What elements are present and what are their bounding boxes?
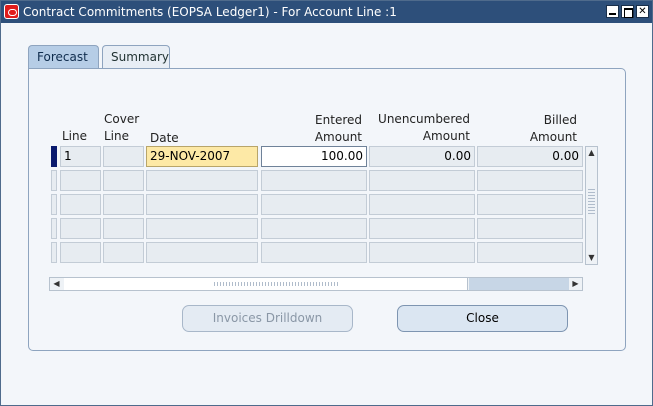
- cell-entered-amount[interactable]: 100.00: [261, 146, 367, 167]
- header-cover-line-bottom: Line: [104, 129, 130, 143]
- cell-unencumbered-amount[interactable]: [369, 218, 475, 239]
- vertical-scrollbar[interactable]: ▲ ▼: [585, 146, 598, 265]
- cell-cover-line[interactable]: [103, 242, 144, 263]
- cell-entered-amount[interactable]: [261, 242, 367, 263]
- row-indicator[interactable]: [51, 218, 57, 239]
- scroll-right-icon[interactable]: ▶: [569, 278, 582, 290]
- cell-cover-line[interactable]: [103, 146, 144, 167]
- tab-summary[interactable]: Summary: [102, 45, 170, 69]
- header-cover-line-top: Cover: [104, 112, 140, 126]
- cell-billed-amount[interactable]: [477, 242, 583, 263]
- cell-date[interactable]: [146, 242, 258, 263]
- scroll-down-icon[interactable]: ▼: [586, 252, 597, 264]
- header-entered-bottom: Amount: [314, 130, 362, 144]
- row-indicator[interactable]: [51, 242, 57, 263]
- cell-billed-amount[interactable]: 0.00: [477, 146, 583, 167]
- cell-unencumbered-amount[interactable]: 0.00: [369, 146, 475, 167]
- cell-entered-amount[interactable]: [261, 170, 367, 191]
- tab-forecast[interactable]: Forecast: [28, 45, 99, 69]
- scroll-left-icon[interactable]: ◀: [50, 278, 63, 290]
- header-billed-top: Billed: [543, 113, 577, 127]
- cell-billed-amount[interactable]: [477, 194, 583, 215]
- cell-cover-line[interactable]: [103, 194, 144, 215]
- contract-commitments-window: Contract Commitments (EOPSA Ledger1) - F…: [0, 0, 653, 406]
- cell-unencumbered-amount[interactable]: [369, 170, 475, 191]
- cell-date[interactable]: 29-NOV-2007: [146, 146, 258, 167]
- title-bar: Contract Commitments (EOPSA Ledger1) - F…: [1, 1, 652, 23]
- horizontal-scroll-thumb[interactable]: [64, 278, 468, 290]
- row-indicator-current[interactable]: [51, 146, 57, 167]
- cell-cover-line[interactable]: [103, 170, 144, 191]
- cell-unencumbered-amount[interactable]: [369, 242, 475, 263]
- oracle-app-icon: [4, 4, 19, 19]
- invoices-drilldown-button[interactable]: Invoices Drilldown: [182, 305, 353, 332]
- maximize-icon[interactable]: [621, 5, 634, 18]
- close-button[interactable]: Close: [397, 305, 568, 332]
- cell-line[interactable]: [60, 218, 101, 239]
- cell-entered-amount[interactable]: [261, 218, 367, 239]
- header-date: Date: [150, 131, 179, 145]
- header-billed-bottom: Amount: [529, 130, 577, 144]
- header-entered-top: Entered: [315, 113, 362, 127]
- scroll-grip[interactable]: [588, 189, 595, 215]
- row-indicator[interactable]: [51, 170, 57, 191]
- horizontal-scrollbar[interactable]: ◀ ▶: [49, 277, 583, 291]
- cell-billed-amount[interactable]: [477, 218, 583, 239]
- header-line: Line: [62, 129, 88, 143]
- cell-date[interactable]: [146, 194, 258, 215]
- cell-line[interactable]: 1: [60, 146, 101, 167]
- cell-entered-amount[interactable]: [261, 194, 367, 215]
- window-title: Contract Commitments (EOPSA Ledger1) - F…: [23, 5, 397, 19]
- row-indicator[interactable]: [51, 194, 57, 215]
- cell-date[interactable]: [146, 218, 258, 239]
- cell-billed-amount[interactable]: [477, 170, 583, 191]
- header-unencumbered-top: Unencumbered: [378, 112, 470, 126]
- cell-date[interactable]: [146, 170, 258, 191]
- cell-line[interactable]: [60, 170, 101, 191]
- header-unencumbered-bottom: Amount: [422, 129, 470, 143]
- horizontal-scroll-track[interactable]: [469, 278, 569, 290]
- cell-cover-line[interactable]: [103, 218, 144, 239]
- close-window-icon[interactable]: ✕: [636, 5, 649, 18]
- cell-line[interactable]: [60, 194, 101, 215]
- cell-unencumbered-amount[interactable]: [369, 194, 475, 215]
- cell-line[interactable]: [60, 242, 101, 263]
- scroll-up-icon[interactable]: ▲: [586, 147, 597, 159]
- minimize-icon[interactable]: [606, 5, 619, 18]
